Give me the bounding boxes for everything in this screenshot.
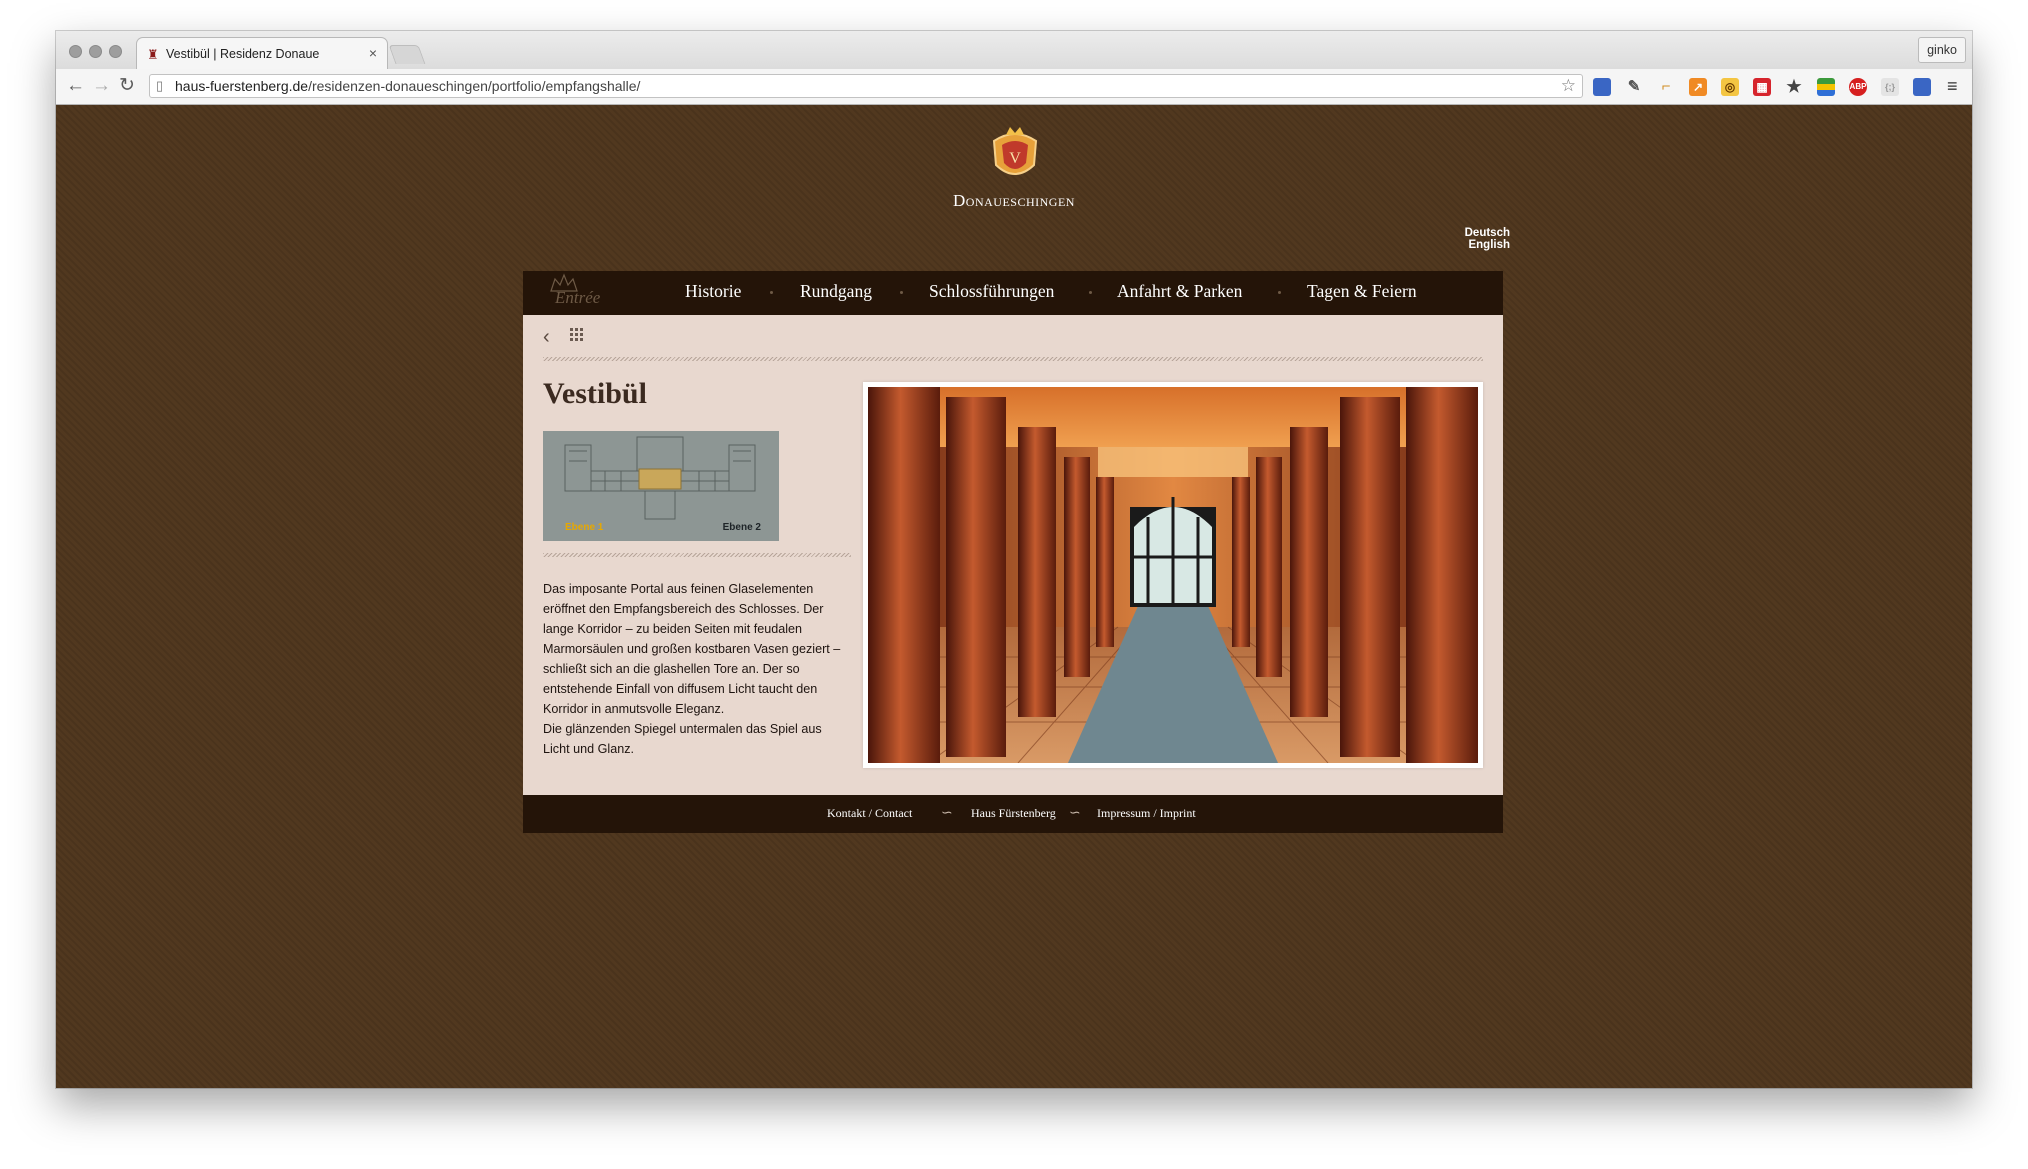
nav-separator <box>900 291 903 294</box>
nav-separator <box>1089 291 1092 294</box>
close-window-button[interactable] <box>69 45 82 58</box>
footer-impressum-link[interactable]: Impressum / Imprint <box>1097 806 1196 821</box>
floor-1-link[interactable]: Ebene 1 <box>565 522 603 533</box>
divider <box>543 553 851 557</box>
maximize-window-button[interactable] <box>109 45 122 58</box>
photo-frame <box>863 382 1483 768</box>
nav-tagen-feiern[interactable]: Tagen & Feiern <box>1307 281 1417 302</box>
nav-separator <box>1278 291 1281 294</box>
lang-deutsch-link[interactable]: Deutsch <box>1465 227 1510 239</box>
back-chevron-icon[interactable]: ‹ <box>543 327 550 347</box>
colorful-icon[interactable] <box>1817 78 1835 96</box>
star-icon[interactable]: ★ <box>1785 78 1803 96</box>
tab-strip: ♜ Vestibül | Residenz Donaue × ginko <box>56 31 1972 69</box>
eyedropper-icon[interactable]: ✎ <box>1625 78 1643 96</box>
description-paragraph: Das imposante Portal aus feinen Glaselem… <box>543 582 841 716</box>
divider <box>543 357 1483 361</box>
adblock-icon[interactable]: ABP <box>1849 78 1867 96</box>
grid-view-icon[interactable] <box>570 328 584 342</box>
floor-2-link[interactable]: Ebene 2 <box>723 522 761 533</box>
forward-arrow-icon[interactable]: → <box>92 75 111 97</box>
red-square-icon[interactable]: ▦ <box>1753 78 1771 96</box>
nav-schlossfuehrungen[interactable]: Schlossführungen <box>929 281 1054 302</box>
delicious-icon[interactable] <box>1913 78 1931 96</box>
nav-anfahrt-parken[interactable]: Anfahrt & Parken <box>1117 281 1242 302</box>
tab-title: Vestibül | Residenz Donaue <box>166 47 320 61</box>
tab-close-icon[interactable]: × <box>369 45 377 61</box>
url-text: haus-fuerstenberg.de/residenzen-donauesc… <box>175 78 641 94</box>
browser-toolbar: ← → ↻ ▯ haus-fuerstenberg.de/residenzen-… <box>56 69 1972 105</box>
footer-haus-fuerstenberg-link[interactable]: Haus Fürstenberg <box>971 806 1056 821</box>
menu-icon[interactable]: ≡ <box>1947 75 1958 97</box>
browser-window: ♜ Vestibül | Residenz Donaue × ginko ← →… <box>56 31 1972 1088</box>
crest-logo-icon[interactable]: V <box>988 123 1042 183</box>
entree-label: Entrée <box>555 288 601 307</box>
main-navigation: Entrée Historie Rundgang Schlossführunge… <box>523 271 1503 315</box>
lang-english-link[interactable]: English <box>1468 239 1510 251</box>
content-panel: ‹ Vestibül Ebene 1 Ebene 2 Das imposante… <box>523 315 1503 795</box>
ruler-icon[interactable]: ⌐ <box>1657 78 1675 96</box>
back-arrow-icon[interactable]: ← <box>66 75 85 97</box>
ornament-icon: ∽ <box>941 806 953 821</box>
puzzle-icon[interactable]: ◎ <box>1721 78 1739 96</box>
reload-icon[interactable]: ↻ <box>119 75 135 97</box>
bookmark-star-icon[interactable]: ☆ <box>1561 76 1576 96</box>
vestibule-photo[interactable] <box>868 387 1478 763</box>
page-icon: ▯ <box>156 78 164 93</box>
dev-icon[interactable]: {;} <box>1881 78 1899 96</box>
profile-button[interactable]: ginko <box>1918 37 1966 63</box>
svg-text:V: V <box>1009 150 1021 167</box>
nav-historie[interactable]: Historie <box>685 281 741 302</box>
nav-separator <box>770 291 773 294</box>
castle-favicon-icon: ♜ <box>147 47 159 62</box>
chart-icon[interactable]: ↗ <box>1689 78 1707 96</box>
entree-link[interactable]: Entrée <box>543 273 609 313</box>
description: Das imposante Portal aus feinen Glaselem… <box>543 579 851 759</box>
new-tab-button[interactable] <box>388 45 426 64</box>
description-paragraph: Die glänzenden Spiegel untermalen das Sp… <box>543 722 822 756</box>
delicious-icon[interactable] <box>1593 78 1611 96</box>
browser-tab[interactable]: ♜ Vestibül | Residenz Donaue × <box>136 37 388 69</box>
minimize-window-button[interactable] <box>89 45 102 58</box>
nav-rundgang[interactable]: Rundgang <box>800 281 872 302</box>
footer: Kontakt / Contact ∽ Haus Fürstenberg ∽ I… <box>523 795 1503 833</box>
floorplan-map[interactable]: Ebene 1 Ebene 2 <box>543 431 779 541</box>
ornament-icon: ∽ <box>1069 806 1081 821</box>
footer-contact-link[interactable]: Kontakt / Contact <box>827 806 912 821</box>
webpage: V Donaueschingen Deutsch English Entrée … <box>56 105 1972 1088</box>
vestibule-photo-image <box>868 387 1478 763</box>
page-title: Vestibül <box>543 377 647 410</box>
brand-name[interactable]: Donaueschingen <box>882 191 1146 211</box>
address-bar[interactable]: ▯ haus-fuerstenberg.de/residenzen-donaue… <box>149 74 1583 98</box>
